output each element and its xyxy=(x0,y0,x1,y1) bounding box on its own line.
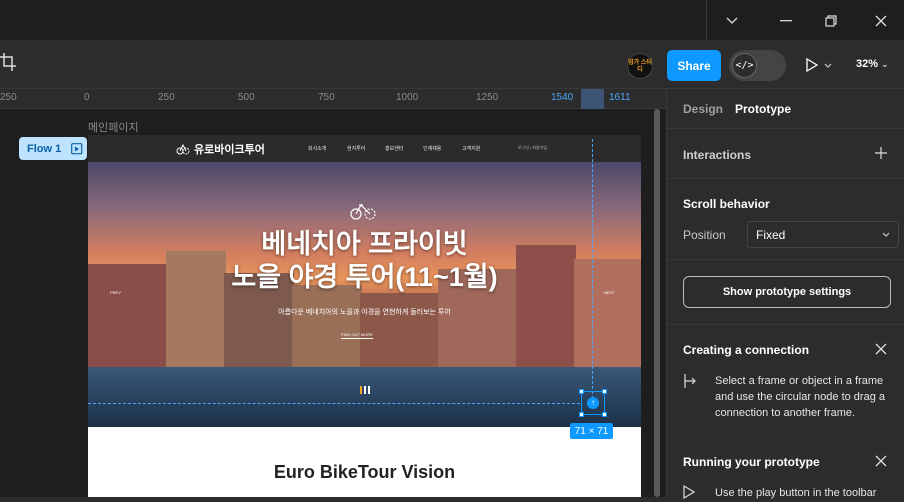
site-logo-text: 유로바이크투어 xyxy=(194,144,265,156)
ruler-tick: 500 xyxy=(238,92,255,103)
show-prototype-settings-button[interactable]: Show prototype settings xyxy=(683,276,891,308)
measure-guide-horizontal xyxy=(88,403,580,404)
close-window-icon[interactable] xyxy=(868,8,894,34)
creating-connection-help: Select a frame or object in a frame and … xyxy=(715,375,886,419)
horizontal-ruler: 250 0 250 500 750 1000 1250 1540 1611 xyxy=(0,89,666,109)
flow-label: Flow 1 xyxy=(27,142,62,155)
flow-starting-point[interactable]: Flow 1 xyxy=(19,137,87,160)
play-icon xyxy=(806,58,818,72)
hero-slider: 베네치아 프라이빗 노을 야경 투어(11~1월) 아름다운 베네치아의 노을과… xyxy=(88,162,641,427)
position-select[interactable]: Fixed xyxy=(747,221,899,248)
dev-mode-toggle[interactable]: </> xyxy=(729,50,786,81)
selection-size-label: 71 × 71 xyxy=(570,423,613,439)
close-icon[interactable] xyxy=(875,342,887,360)
minimize-icon[interactable] xyxy=(773,8,799,34)
titlebar-separator xyxy=(706,0,707,41)
flow-play-icon xyxy=(71,142,83,154)
site-navbar: 유로바이크투어 회사소개 현지투어 홍보센터 인재채용 고객지원 로그인 | 회… xyxy=(88,135,641,162)
running-prototype-help: Use the play button in the toolbar xyxy=(715,487,877,499)
ruler-selection-range xyxy=(581,89,604,109)
resize-handle[interactable] xyxy=(579,389,584,394)
scroll-behavior-heading: Scroll behavior xyxy=(683,197,770,211)
tab-prototype[interactable]: Prototype xyxy=(735,102,791,116)
properties-panel: Design Prototype Interactions Scroll beh… xyxy=(666,89,904,500)
present-button[interactable] xyxy=(806,55,842,75)
ruler-tick: 750 xyxy=(318,92,335,103)
chevron-down-icon xyxy=(882,229,890,239)
site-nav-item[interactable]: 현지투어 xyxy=(347,145,365,152)
connection-node-icon xyxy=(683,373,699,392)
measure-guide-vertical xyxy=(592,139,593,404)
bike-logo-icon xyxy=(176,143,190,155)
main-page-frame[interactable]: 유로바이크투어 회사소개 현지투어 홍보센터 인재채용 고객지원 로그인 | 회… xyxy=(88,135,641,497)
position-value: Fixed xyxy=(756,228,786,242)
hero-building xyxy=(292,285,362,369)
design-canvas[interactable]: 메인페이지 Flow 1 유로바이크투어 회사소개 현지투어 홍보센터 인재채용… xyxy=(0,109,666,497)
section-divider xyxy=(667,178,904,179)
hero-building xyxy=(360,293,440,369)
arrow-up-icon: ↑ xyxy=(587,397,599,409)
chevron-down-icon[interactable] xyxy=(824,63,832,68)
hero-title-line: 노을 야경 투어(11~1월) xyxy=(231,262,498,292)
creating-connection-heading: Creating a connection xyxy=(683,343,810,357)
ruler-tick-selection-end: 1611 xyxy=(609,92,631,103)
resize-handle[interactable] xyxy=(579,412,584,417)
ruler-tick: 250 xyxy=(0,92,17,103)
hero-title-line: 베네치아 프라이빗 xyxy=(261,229,468,259)
hero-subtitle: 아름다운 베네치아의 노을과 야경을 연현하게 둘러보는 투어 xyxy=(278,309,451,316)
next-slide-button[interactable]: NEXT xyxy=(604,290,615,295)
ruler-tick: 250 xyxy=(158,92,175,103)
ruler-tick-selection-start: 1540 xyxy=(551,92,574,103)
site-login-links[interactable]: 로그인 | 회원가입 xyxy=(518,145,547,151)
site-nav-item[interactable]: 홍보센터 xyxy=(385,145,403,152)
bike-icon xyxy=(348,202,378,225)
site-nav-item[interactable]: 고객지원 xyxy=(462,145,480,152)
tab-design[interactable]: Design xyxy=(683,102,723,116)
selected-element[interactable]: ↑ xyxy=(579,389,607,417)
ruler-tick: 1000 xyxy=(396,92,419,103)
section-divider xyxy=(667,324,904,325)
hero-title: 베네치아 프라이빗 노을 야경 투어(11~1월) xyxy=(88,228,641,294)
window-titlebar xyxy=(0,0,904,41)
close-icon[interactable] xyxy=(875,454,887,472)
play-icon xyxy=(683,484,696,502)
canvas-scrollbar[interactable] xyxy=(654,109,660,497)
interactions-heading: Interactions xyxy=(683,148,752,162)
hero-water xyxy=(88,367,641,427)
resize-handle[interactable] xyxy=(602,412,607,417)
zoom-level: 32% xyxy=(856,58,879,70)
chevron-down-icon[interactable] xyxy=(719,8,745,34)
share-button[interactable]: Share xyxy=(667,50,721,81)
prev-slide-button[interactable]: PREV xyxy=(110,290,121,295)
section-divider xyxy=(667,259,904,260)
main-toolbar: 밈가 스터디 Share </> 32% ⌄ xyxy=(0,41,904,89)
site-nav-item[interactable]: 인재채용 xyxy=(423,145,441,152)
site-nav-item[interactable]: 회사소개 xyxy=(308,145,326,152)
code-icon: </> xyxy=(732,53,757,78)
vision-heading: Euro BikeTour Vision xyxy=(273,462,456,482)
resize-handle[interactable] xyxy=(602,389,607,394)
position-label: Position xyxy=(683,228,726,242)
zoom-menu[interactable]: 32% ⌄ xyxy=(856,58,889,70)
ruler-tick: 1250 xyxy=(476,92,499,103)
pause-icon[interactable] xyxy=(360,386,370,394)
crop-icon[interactable] xyxy=(0,53,20,75)
ruler-tick: 0 xyxy=(84,92,90,103)
find-out-more-button[interactable]: FIND OUT MORE xyxy=(341,332,373,339)
chevron-down-icon: ⌄ xyxy=(881,59,889,69)
running-prototype-heading: Running your prototype xyxy=(683,455,820,469)
avatar[interactable]: 밈가 스터디 xyxy=(627,53,653,79)
restore-icon[interactable] xyxy=(818,8,844,34)
site-logo[interactable]: 유로바이크투어 xyxy=(176,141,265,157)
add-interaction-icon[interactable] xyxy=(875,143,887,164)
panel-tabs: Design Prototype xyxy=(667,89,904,129)
frame-name-label[interactable]: 메인페이지 xyxy=(88,119,139,135)
